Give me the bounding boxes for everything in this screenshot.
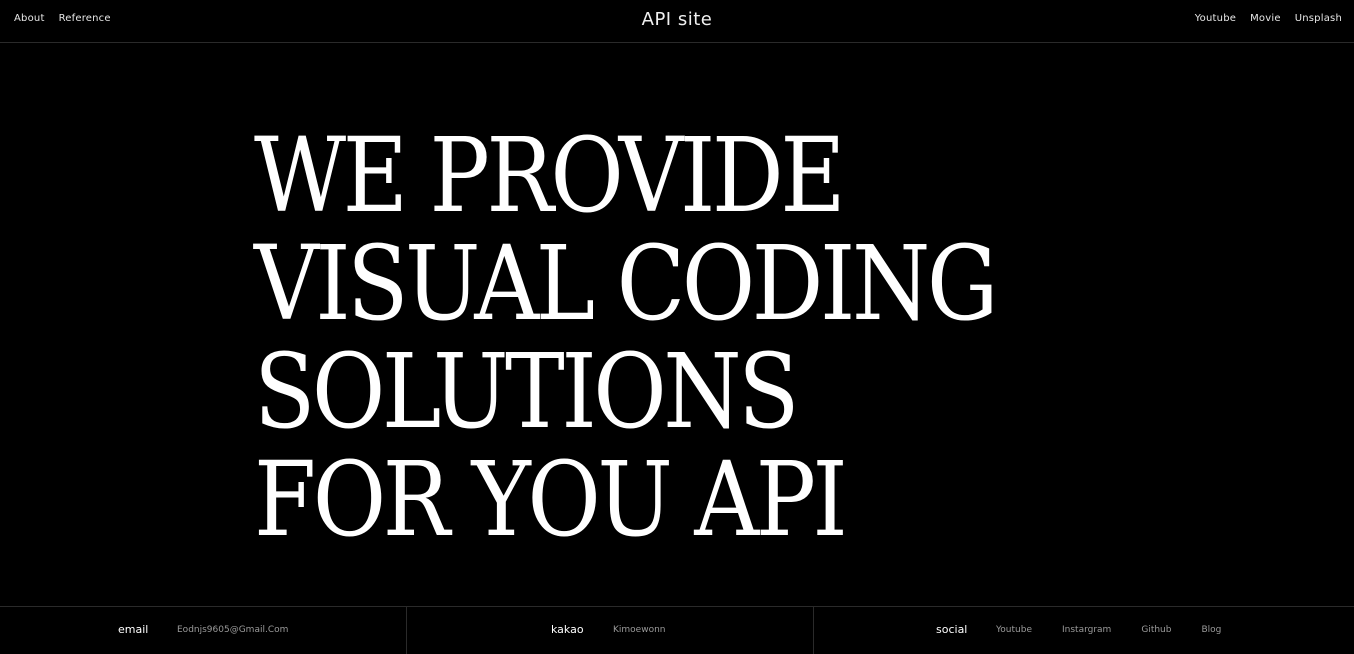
nav-right: Youtube Movie Unsplash <box>1195 13 1342 24</box>
nav-link-youtube[interactable]: Youtube <box>1195 13 1236 24</box>
footer-social-links: Youtube Instargram Github Blog <box>996 625 1221 635</box>
footer-social-github[interactable]: Github <box>1141 625 1171 635</box>
hero-line-4: FOR YOU API <box>254 440 848 560</box>
footer-kakao-label: kakao <box>551 623 584 636</box>
footer-social-section: social Youtube Instargram Github Blog <box>814 607 1354 654</box>
footer-social-label: social <box>936 623 968 636</box>
site-title-wrap: API site <box>0 9 1354 30</box>
hero-line-3: SOLUTIONS <box>254 332 800 452</box>
footer-kakao-id[interactable]: Kimoewonn <box>613 625 666 635</box>
site-title[interactable]: API site <box>642 9 713 30</box>
nav-link-reference[interactable]: Reference <box>59 13 111 24</box>
hero-line-1: WE PROVIDE <box>254 116 846 236</box>
footer-social-youtube[interactable]: Youtube <box>996 625 1032 635</box>
footer-email-label: email <box>118 623 149 636</box>
hero-heading: WE PROVIDE VISUAL CODING SOLUTIONS FOR Y… <box>254 122 1154 554</box>
footer-email-section: email Eodnjs9605@Gmail.Com <box>0 607 407 654</box>
nav-link-about[interactable]: About <box>14 13 45 24</box>
nav-link-unsplash[interactable]: Unsplash <box>1295 13 1342 24</box>
footer-social-blog[interactable]: Blog <box>1201 625 1221 635</box>
hero-line-2: VISUAL CODING <box>254 224 998 344</box>
nav-left: About Reference <box>14 13 111 24</box>
site-header: About Reference API site Youtube Movie U… <box>0 0 1354 43</box>
footer-email-link[interactable]: Eodnjs9605@Gmail.Com <box>177 625 288 635</box>
page: About Reference API site Youtube Movie U… <box>0 0 1354 654</box>
nav-link-movie[interactable]: Movie <box>1250 13 1281 24</box>
footer-social-instagram[interactable]: Instargram <box>1062 625 1111 635</box>
footer-kakao-section: kakao Kimoewonn <box>407 607 814 654</box>
site-footer: email Eodnjs9605@Gmail.Com kakao Kimoewo… <box>0 606 1354 654</box>
